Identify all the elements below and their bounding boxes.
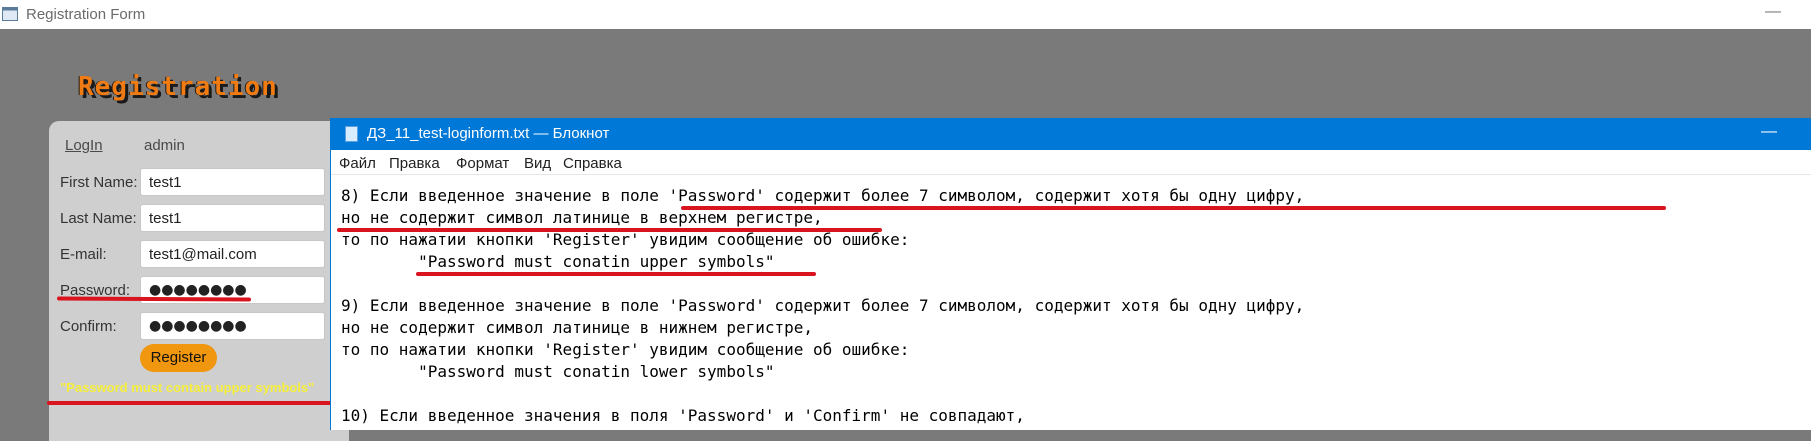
text-line: то по нажатии кнопки 'Register' увидим с…	[341, 230, 910, 249]
text-line: то по нажатии кнопки 'Register' увидим с…	[341, 340, 910, 359]
window-title: Registration Form	[26, 6, 146, 23]
email-field[interactable]: test1@mail.com	[140, 240, 325, 268]
menu-view[interactable]: Вид	[524, 155, 551, 172]
error-message: "Password must contain upper symbols"	[60, 380, 315, 395]
notepad-titlebar: ДЗ_11_test-loginform.txt — Блокнот —	[331, 118, 1811, 150]
message-annotation-underline	[416, 272, 816, 276]
notepad-title: ДЗ_11_test-loginform.txt — Блокнот	[367, 125, 610, 142]
line8-annotation-underline	[681, 206, 1666, 210]
menu-edit[interactable]: Правка	[389, 155, 440, 172]
minimize-button[interactable]: —	[1762, 3, 1784, 25]
admin-link[interactable]: admin	[144, 137, 185, 154]
text-line: 9) Если введенное значение в поле 'Passw…	[341, 296, 1305, 315]
text-line: 8) Если введенное значение в поле 'Passw…	[341, 186, 1305, 205]
notepad-icon	[345, 126, 358, 142]
notepad-minimize-button[interactable]: —	[1758, 122, 1780, 144]
last-name-field[interactable]: test1	[140, 204, 325, 232]
text-line: 10) Если введенное значения в поля 'Pass…	[341, 406, 1025, 425]
menu-file[interactable]: Файл	[339, 155, 376, 172]
text-line: но не содержит символ латинице в верхнем…	[341, 208, 823, 227]
last-name-label: Last Name:	[60, 210, 137, 227]
registration-heading: Registration	[78, 72, 278, 102]
text-line: "Password must conatin upper symbols"	[341, 252, 775, 271]
line8b-annotation-underline	[337, 228, 882, 232]
register-button[interactable]: Register	[140, 344, 217, 372]
confirm-label: Confirm:	[60, 318, 117, 335]
registration-titlebar: Registration Form —	[0, 0, 1811, 29]
notepad-window: ДЗ_11_test-loginform.txt — Блокнот — Фай…	[330, 118, 1811, 430]
email-label: E-mail:	[60, 246, 107, 263]
text-line: но не содержит символ латинице в нижнем …	[341, 318, 814, 337]
login-link[interactable]: LogIn	[65, 137, 103, 154]
error-annotation-underline	[47, 401, 337, 405]
text-line: "Password must conatin lower symbols"	[341, 362, 775, 381]
menu-format[interactable]: Формат	[456, 155, 509, 172]
notepad-menubar: Файл Правка Формат Вид Справка	[331, 150, 1811, 175]
app-window-icon	[2, 7, 18, 21]
first-name-field[interactable]: test1	[140, 168, 325, 196]
confirm-password-field[interactable]: ●●●●●●●●	[140, 312, 325, 340]
menu-help[interactable]: Справка	[563, 155, 622, 172]
first-name-label: First Name:	[60, 174, 138, 191]
